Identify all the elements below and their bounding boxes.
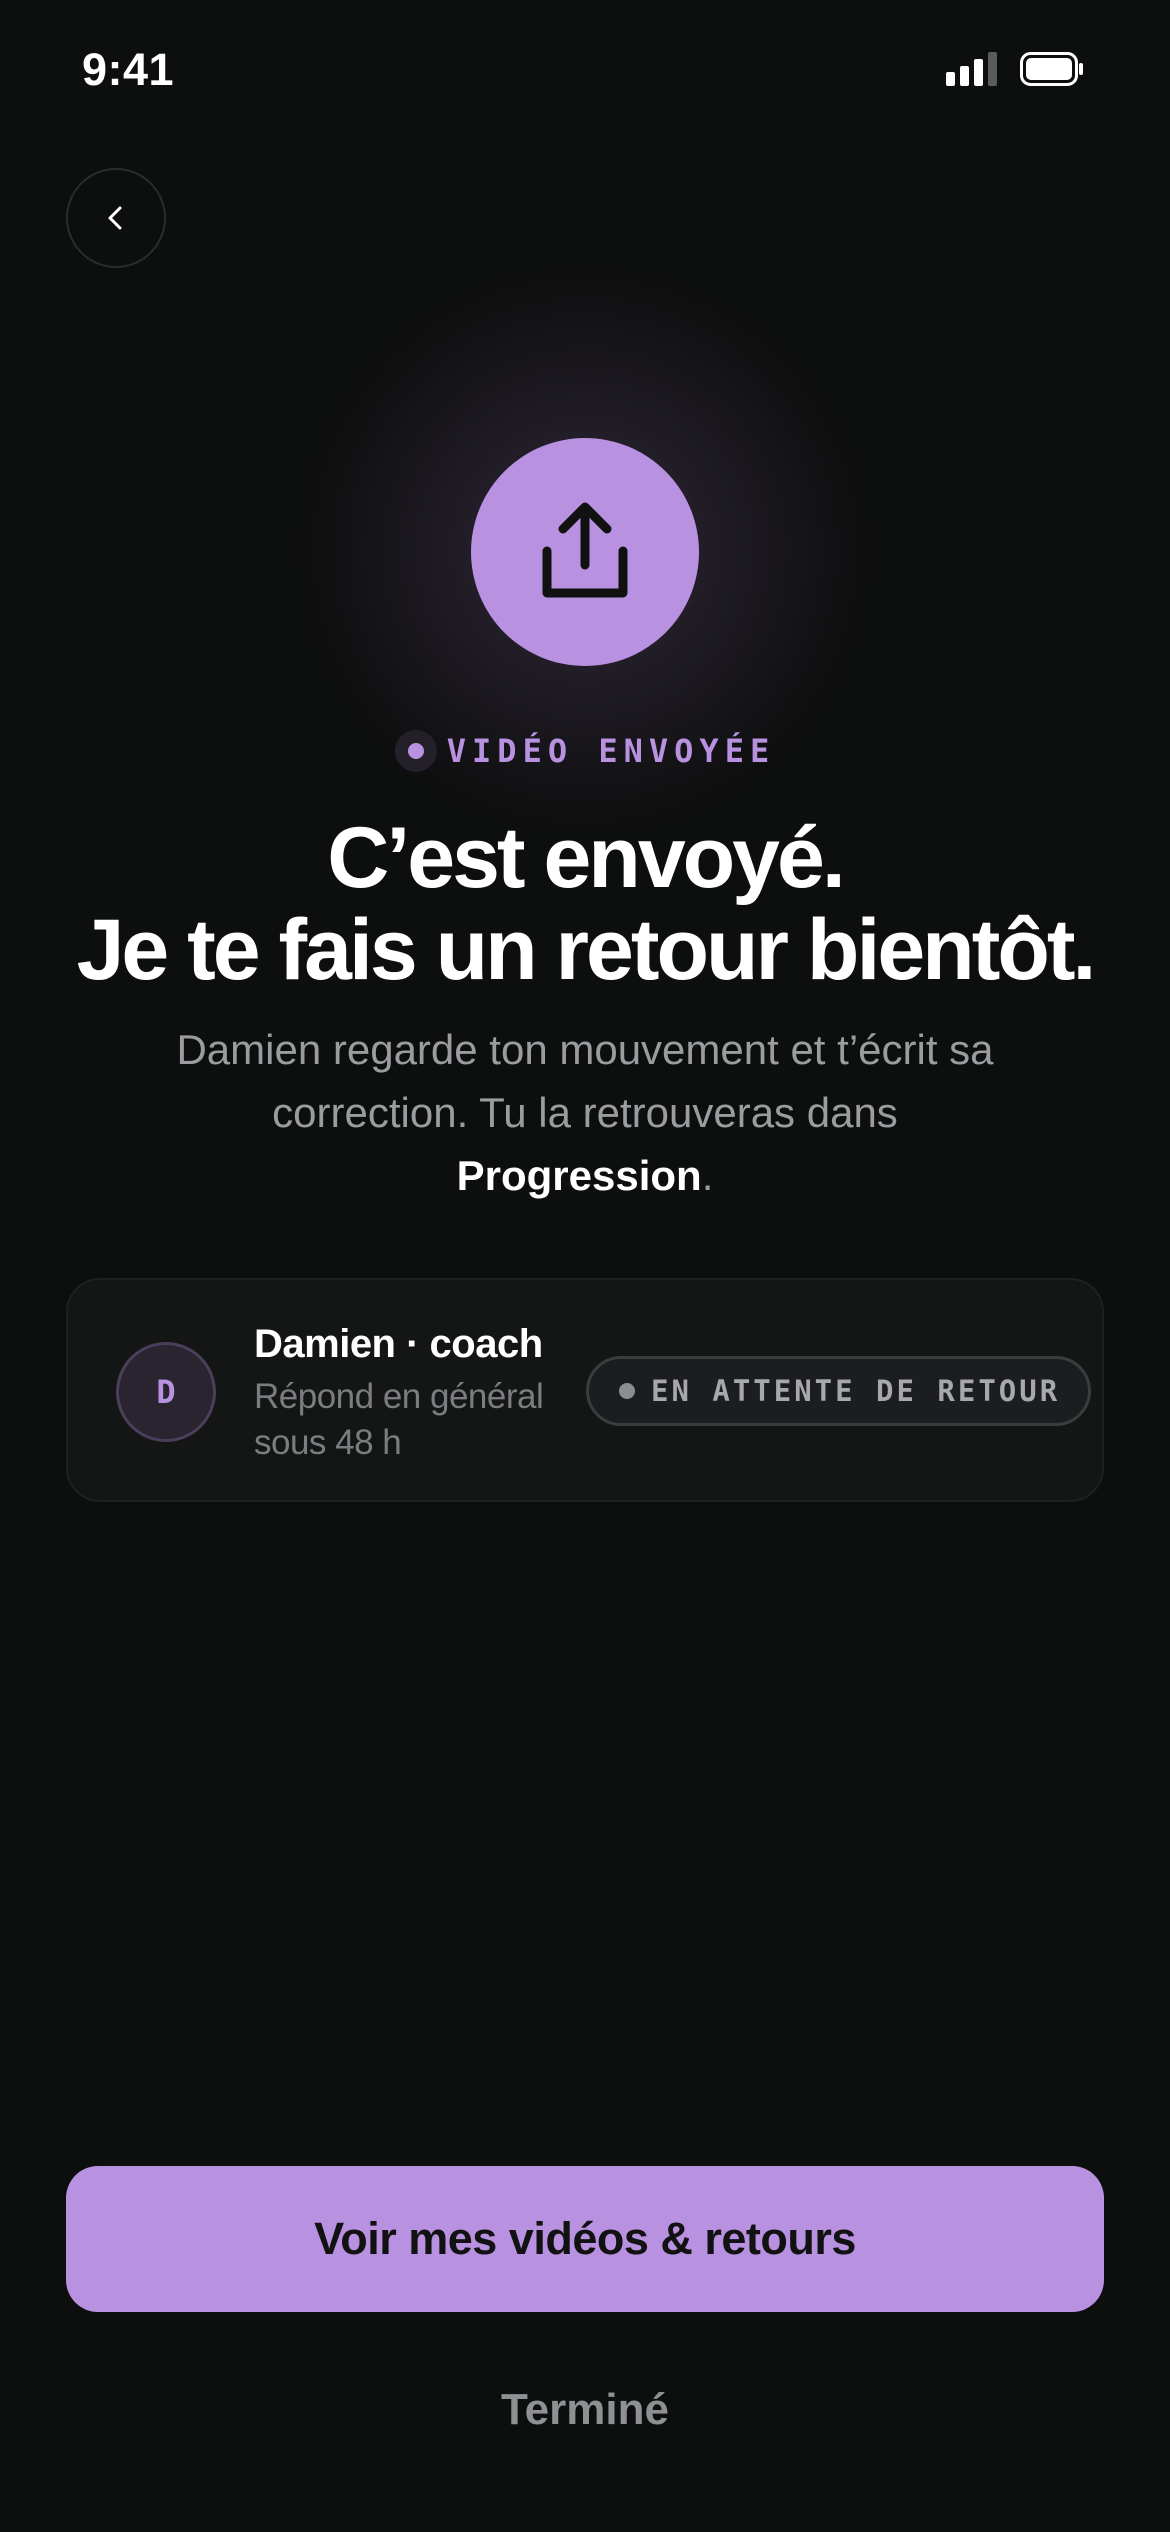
progression-highlight: Progression xyxy=(456,1152,702,1199)
status-icons xyxy=(946,52,1084,86)
coach-card: D Damien · coach Répond en général sous … xyxy=(66,1278,1104,1502)
coach-response-time: Répond en général sous 48 h xyxy=(254,1377,544,1462)
title-line-2: Je te fais un retour bientôt. xyxy=(76,902,1097,998)
page-title: C’est envoyé. Je te fais un retour bient… xyxy=(0,812,1170,996)
pending-dot-icon xyxy=(619,1383,635,1399)
description: Damien regarde ton mouvement et t’écrit … xyxy=(140,1018,1030,1207)
back-button[interactable] xyxy=(66,168,166,268)
description-text: Damien regarde ton mouvement et t’écrit … xyxy=(176,1026,994,1136)
chevron-left-icon xyxy=(108,206,122,230)
cellular-signal-icon xyxy=(946,52,997,86)
status-bar: 9:41 xyxy=(0,0,1170,140)
coach-name: Damien · coach xyxy=(254,1322,543,1366)
status-tag-label: VIDÉO ENVOYÉE xyxy=(446,732,776,770)
battery-icon xyxy=(1020,52,1083,86)
status-dot-icon xyxy=(394,730,437,772)
status-time: 9:41 xyxy=(82,44,175,95)
status-tag: VIDÉO ENVOYÉE xyxy=(0,730,1170,772)
view-videos-button[interactable]: Voir mes vidéos & retours xyxy=(66,2166,1104,2312)
upload-badge xyxy=(471,438,699,666)
status-badge: EN ATTENTE DE RETOUR xyxy=(586,1356,1092,1426)
title-line-1: C’est envoyé. xyxy=(327,810,845,906)
done-button[interactable]: Terminé xyxy=(385,2370,785,2450)
description-end: . xyxy=(701,1152,714,1199)
avatar: D xyxy=(116,1342,216,1442)
status-badge-label: EN ATTENTE DE RETOUR xyxy=(651,1374,1061,1408)
upload-share-icon xyxy=(542,502,628,598)
